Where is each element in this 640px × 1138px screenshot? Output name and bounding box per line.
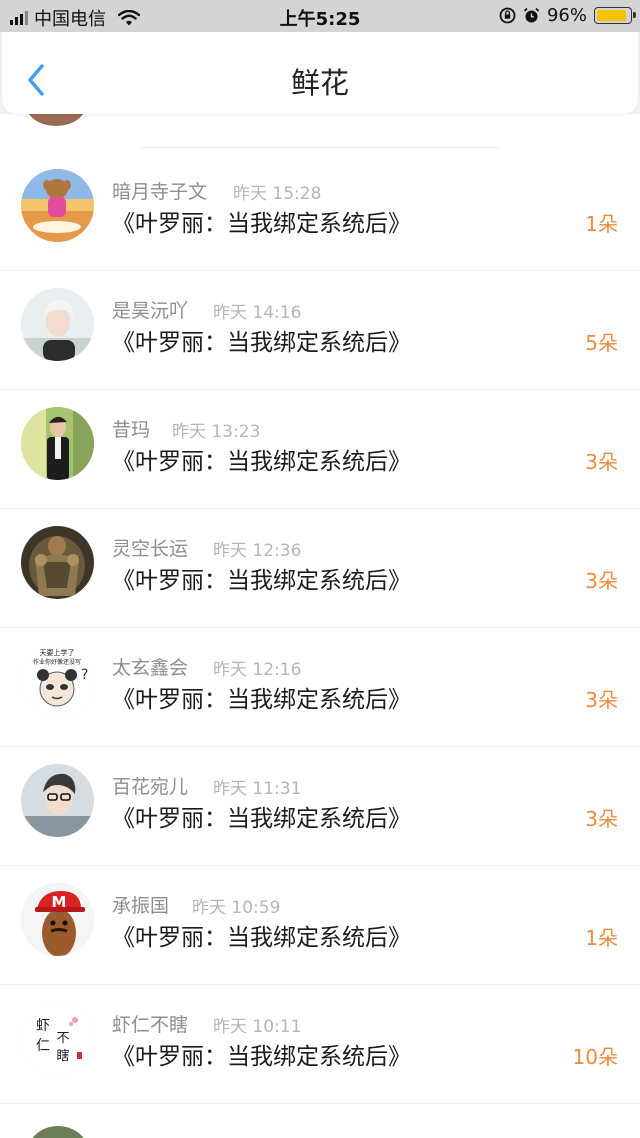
user-avatar[interactable] (21, 169, 94, 242)
meme-text-line2: 作业你好像还没写 (33, 658, 81, 666)
list-item[interactable]: 是昊沅吖 昨天 14:16 《叶罗丽：当我绑定系统后》 5朵 (0, 271, 640, 390)
flower-count: 3朵 (585, 688, 618, 712)
flower-count: 3朵 (585, 807, 618, 831)
flower-count: 3朵 (585, 450, 618, 474)
list-item[interactable]: 天要上学了 作业你好像还没写 ? 太玄鑫会 昨天 12:16 《叶罗丽：当我绑定… (0, 628, 640, 747)
list-item[interactable]: 百花宛儿 昨天 11:31 《叶罗丽：当我绑定系统后》 3朵 (0, 747, 640, 866)
list-item[interactable]: 昔玛 昨天 13:23 《叶罗丽：当我绑定系统后》 3朵 (0, 390, 640, 509)
status-right: 96% (499, 5, 636, 26)
svg-text:?: ? (81, 667, 88, 683)
gift-time: 昨天 12:16 (213, 660, 302, 680)
user-name[interactable]: 太玄鑫会 (112, 653, 188, 680)
gift-time: 昨天 15:28 (233, 184, 322, 204)
user-name[interactable]: 虾仁不瞎 (112, 1010, 188, 1037)
book-title[interactable]: 《叶罗丽：当我绑定系统后》 (112, 442, 411, 476)
list-item[interactable]: 灵空长运 昨天 12:36 《叶罗丽：当我绑定系统后》 3朵 (0, 509, 640, 628)
user-avatar[interactable]: 天要上学了 作业你好像还没写 ? (21, 645, 94, 718)
gift-time: 昨天 10:11 (213, 1017, 302, 1037)
calligraphy-char-4: 瞎 (56, 1048, 69, 1064)
avatar-partial-bottom (26, 1126, 90, 1138)
book-title[interactable]: 《叶罗丽：当我绑定系统后》 (112, 561, 411, 595)
user-avatar[interactable]: 虾 仁 不 瞎 (21, 1002, 94, 1075)
gift-time: 昨天 12:36 (213, 541, 302, 561)
rotation-lock-icon (499, 7, 516, 24)
flower-count: 1朵 (585, 212, 618, 236)
calligraphy-char-1: 虾 (36, 1018, 50, 1034)
gift-time: 昨天 14:16 (213, 303, 302, 323)
nav-bar: 鲜花 (2, 32, 638, 114)
book-title[interactable]: 《叶罗丽：当我绑定系统后》 (112, 680, 411, 714)
avatar-partial-top (26, 114, 86, 126)
user-avatar[interactable] (21, 288, 94, 361)
user-name[interactable]: 暗月寺子文 (112, 177, 207, 204)
book-title[interactable]: 《叶罗丽：当我绑定系统后》 (112, 323, 411, 357)
user-name[interactable]: 是昊沅吖 (112, 296, 188, 323)
user-name[interactable]: 昔玛 (112, 415, 150, 442)
cap-letter: M (52, 893, 67, 911)
book-title[interactable]: 《叶罗丽：当我绑定系统后》 (112, 918, 411, 952)
user-name[interactable]: 灵空长运 (112, 534, 188, 561)
calligraphy-char-3: 不 (56, 1031, 69, 1046)
page-title: 鲜花 (290, 66, 349, 100)
alarm-icon (523, 7, 540, 23)
flower-count: 3朵 (585, 569, 618, 593)
divider (140, 147, 500, 148)
divider (0, 1103, 640, 1104)
user-avatar[interactable] (21, 407, 94, 480)
user-name[interactable]: 百花宛儿 (112, 772, 188, 799)
list-item[interactable]: 虾 仁 不 瞎 虾仁不瞎 昨天 10:11 《叶罗丽：当我绑定系统后》 10朵 (0, 985, 640, 1104)
gift-time: 昨天 13:23 (172, 422, 261, 442)
book-title[interactable]: 《叶罗丽：当我绑定系统后》 (112, 204, 411, 238)
user-avatar[interactable]: M (21, 883, 94, 956)
user-avatar[interactable] (21, 764, 94, 837)
status-bar: 中国电信 上午5:25 96% (0, 0, 640, 32)
flower-count: 10朵 (572, 1045, 618, 1069)
book-title[interactable]: 《叶罗丽：当我绑定系统后》 (112, 1037, 411, 1071)
gift-time: 昨天 10:59 (192, 898, 281, 918)
meme-text-line1: 天要上学了 (40, 648, 75, 657)
list-item[interactable]: 暗月寺子文 昨天 15:28 《叶罗丽：当我绑定系统后》 1朵 (0, 152, 640, 271)
flower-count: 5朵 (585, 331, 618, 355)
flower-gift-list: 暗月寺子文 昨天 15:28 《叶罗丽：当我绑定系统后》 1朵 是昊沅吖 昨天 … (0, 114, 640, 1138)
battery-percent: 96% (546, 5, 587, 26)
user-name[interactable]: 承振国 (112, 891, 169, 918)
book-title[interactable]: 《叶罗丽：当我绑定系统后》 (112, 799, 411, 833)
gift-time: 昨天 11:31 (213, 779, 302, 799)
flower-count: 1朵 (585, 926, 618, 950)
user-avatar[interactable] (21, 526, 94, 599)
list-item[interactable]: M 承振国 昨天 10:59 《叶罗丽：当我绑定系统后》 1朵 (0, 866, 640, 985)
calligraphy-char-2: 仁 (36, 1038, 50, 1054)
battery-icon (594, 7, 636, 24)
